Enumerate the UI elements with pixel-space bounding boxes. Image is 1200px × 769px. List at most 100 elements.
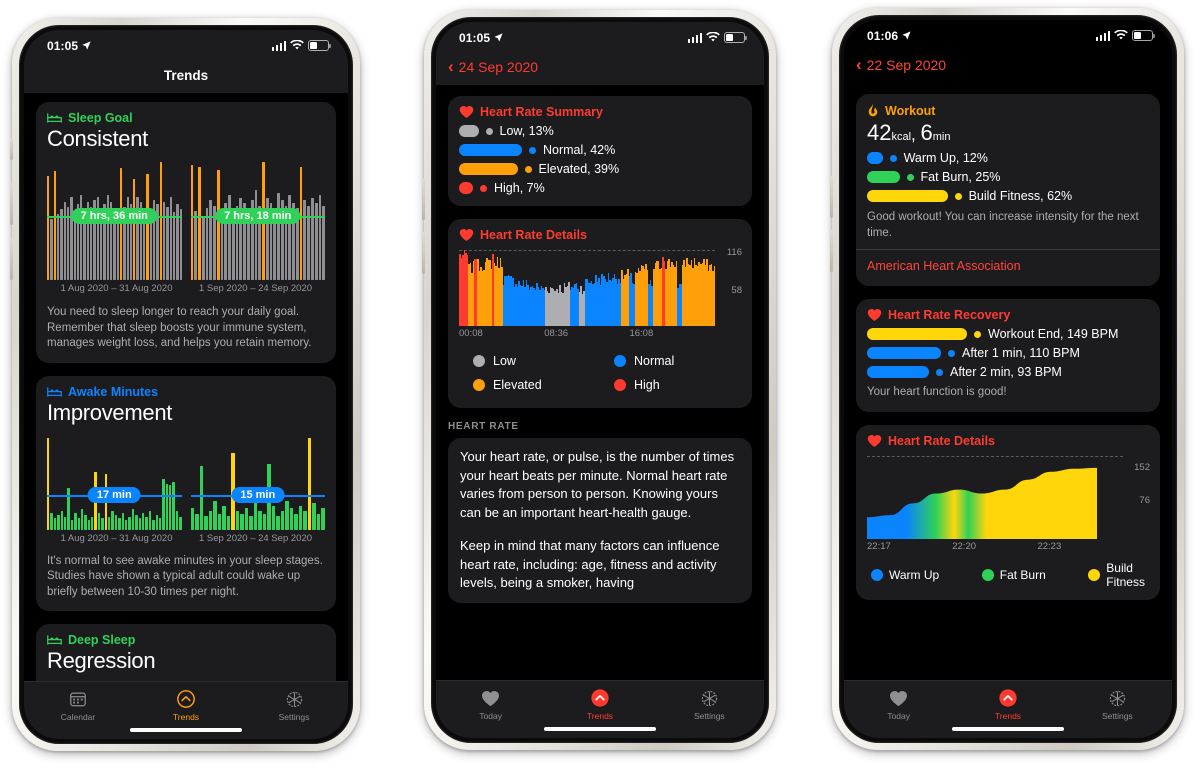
phone-3-scroll-content[interactable]: Workout 42kcal, 6min Warm Up, 12% Fat Bur…: [844, 83, 1172, 680]
card-title-workout: Workout: [885, 103, 936, 118]
legend-dot: [614, 355, 626, 367]
zone-row: After 2 min, 93 BPM: [867, 365, 1149, 379]
zone-bar: [459, 125, 479, 137]
volume-down-button[interactable]: [830, 230, 833, 272]
chart-bar: [277, 192, 280, 280]
phone-1-scroll-content[interactable]: Sleep Goal Consistent 7 hrs, 36 min 7 hr…: [24, 93, 348, 681]
card-heart-rate-details-day[interactable]: Heart Rate Details 116 58 00:08 08:36 16…: [448, 219, 752, 408]
zone-dot: [480, 184, 487, 192]
card-heart-rate-details-workout[interactable]: Heart Rate Details 152 76 22:17 22:20 22…: [856, 424, 1160, 600]
chart-bar: [194, 210, 198, 280]
x-tick-2: 22:23: [1037, 540, 1062, 552]
card-heart-rate-recovery[interactable]: Heart Rate Recovery Workout End, 149 BPM…: [856, 299, 1160, 412]
zone-row: Fat Burn, 25%: [867, 170, 1149, 184]
legend-dot: [473, 355, 485, 367]
hr-details-workout-chart: 152 76: [867, 455, 1150, 539]
trends-chevron-circle-icon: [176, 689, 196, 709]
chart-bar: [318, 195, 322, 280]
chart-bar: [146, 173, 149, 280]
volume-down-button[interactable]: [422, 232, 425, 274]
cellular-bars-icon: [687, 32, 702, 43]
card-awake-minutes[interactable]: Awake Minutes Improvement 17 min 15 min …: [36, 375, 336, 611]
status-indicators: [1095, 30, 1155, 41]
page-title: Trends: [163, 67, 209, 83]
tab-settings[interactable]: Settings: [655, 688, 764, 721]
back-navigation[interactable]: ‹ 22 Sep 2020: [844, 47, 1172, 83]
tab-today[interactable]: Today: [844, 688, 953, 721]
zone-label: After 2 min, 93 BPM: [950, 365, 1062, 379]
status-bar: 01:06: [844, 20, 1172, 47]
zone-row: Build Fitness, 62%: [867, 189, 1149, 203]
zone-label: Workout End, 149 BPM: [988, 327, 1119, 341]
tab-bar[interactable]: Today Trends Settings: [436, 680, 764, 738]
card-heart-rate-summary[interactable]: Heart Rate Summary Low, 13% Normal, 42% El…: [448, 96, 752, 206]
volume-up-button[interactable]: [830, 176, 833, 218]
chart-bar: [321, 508, 325, 530]
card-title-hr-details: Heart Rate Details: [888, 433, 995, 448]
tab-settings[interactable]: Settings: [1063, 688, 1172, 721]
zone-dot: [948, 349, 955, 357]
chart-bar: [148, 511, 152, 530]
chart-bar: [258, 511, 262, 530]
card-workout[interactable]: Workout 42kcal, 6min Warm Up, 12% Fat Bur…: [856, 94, 1160, 286]
tab-label: Trends: [172, 712, 200, 722]
volume-up-button[interactable]: [10, 183, 13, 225]
tab-trends[interactable]: Trends: [545, 688, 654, 721]
chart-bar: [131, 509, 135, 530]
chart-bar: [316, 513, 321, 530]
range-label-1: 1 Sep 2020 – 24 Sep 2020: [198, 283, 313, 294]
card-label-sleep-goal: Sleep Goal: [68, 111, 133, 125]
chart-bar: [271, 505, 276, 530]
battery-icon: [1132, 30, 1155, 41]
hr-details-legend: Low Normal Elevated High: [459, 349, 741, 397]
chart-bar: [47, 176, 50, 280]
home-indicator[interactable]: [130, 728, 242, 732]
card-deep-sleep[interactable]: Deep Sleep Regression: [36, 624, 336, 681]
x-tick-1: 22:20: [952, 540, 977, 552]
status-bar: 01:05: [436, 22, 764, 49]
chart-bar: [60, 209, 63, 280]
legend-label: Warm Up: [889, 567, 940, 582]
bed-icon: [47, 113, 62, 123]
tab-trends[interactable]: Trends: [132, 689, 240, 722]
awake-avg-0: 17 min: [87, 487, 141, 504]
chart-bar: [312, 503, 316, 530]
tab-calendar[interactable]: Calendar: [24, 689, 132, 722]
chart-bar: [158, 518, 162, 530]
battery-icon: [724, 32, 747, 43]
home-indicator[interactable]: [952, 727, 1064, 731]
gear-icon: [284, 689, 304, 709]
american-heart-association-link[interactable]: American Heart Association: [867, 259, 1021, 273]
chart-bar: [314, 203, 318, 280]
home-indicator[interactable]: [544, 727, 656, 731]
status-indicators: [687, 32, 747, 43]
volume-up-button[interactable]: [422, 178, 425, 220]
tab-settings[interactable]: Settings: [240, 689, 348, 722]
card-header-awake-minutes: Awake Minutes: [47, 385, 325, 399]
chart-bar: [141, 512, 145, 530]
chart-bar: [298, 505, 303, 530]
tab-today[interactable]: Today: [436, 688, 545, 721]
back-navigation[interactable]: ‹ 24 Sep 2020: [436, 49, 764, 85]
zone-label: Elevated, 39%: [538, 162, 620, 176]
hr-details-legend: Warm Up Fat Burn Build Fitness: [867, 561, 1149, 589]
chart-bar: [77, 518, 80, 530]
chart-bar: [235, 511, 240, 530]
tab-bar[interactable]: Calendar Trends Settings: [24, 681, 348, 739]
legend-label: High: [634, 378, 660, 392]
chart-bar: [254, 190, 258, 280]
chart-bar: [172, 481, 175, 530]
card-title-hr-details: Heart Rate Details: [480, 228, 587, 242]
workout-note: Good workout! You can increase intensity…: [867, 211, 1139, 239]
heart-icon: [459, 106, 474, 118]
chart-bar: [713, 265, 716, 326]
chart-bar: [50, 512, 53, 530]
phone-2-scroll-content[interactable]: Heart Rate Summary Low, 13% Normal, 42% El…: [436, 85, 764, 680]
awake-avg-1: 15 min: [231, 487, 285, 504]
legend-dot: [473, 379, 485, 391]
tab-trends[interactable]: Trends: [953, 688, 1062, 721]
volume-down-button[interactable]: [10, 238, 13, 280]
calendar-icon: [68, 689, 88, 709]
card-sleep-goal[interactable]: Sleep Goal Consistent 7 hrs, 36 min 7 hr…: [36, 102, 336, 363]
tab-bar[interactable]: Today Trends Settings: [844, 680, 1172, 738]
